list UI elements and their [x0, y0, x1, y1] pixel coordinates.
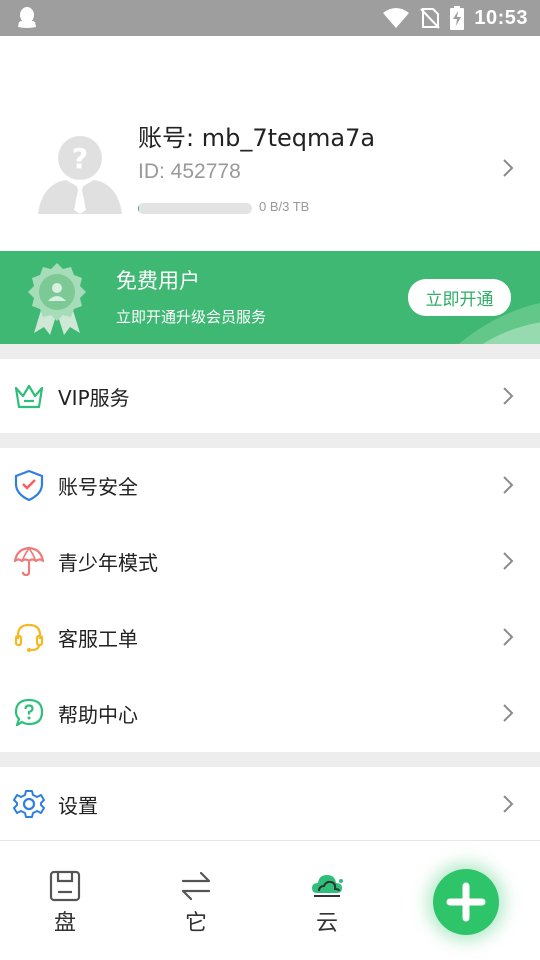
tab-disk[interactable]: 盘: [33, 869, 97, 943]
menu-label-security: 账号安全: [58, 475, 138, 499]
account-name: 账号: mb_7teqma7a: [138, 124, 376, 152]
activate-membership-button[interactable]: 立即开通: [408, 279, 511, 316]
app-root: 10:53 ? 账号: mb_7teqma7a ID: 452778 0 B/3…: [0, 0, 540, 960]
medal-badge-icon: [28, 263, 86, 335]
storage-progress-fill: [138, 203, 140, 214]
plus-icon: [446, 882, 486, 922]
add-fab-button[interactable]: [433, 869, 499, 935]
status-icons: 10:53: [382, 0, 528, 36]
tab-other[interactable]: 它: [164, 869, 228, 943]
shield-icon: [14, 469, 44, 501]
user-id: ID: 452778: [138, 160, 241, 183]
svg-text:?: ?: [72, 142, 88, 175]
menu-label-settings: 设置: [58, 794, 98, 818]
chevron-right-icon: [503, 476, 514, 494]
battery-charging-icon: [450, 6, 465, 30]
menu-item-youth-mode[interactable]: 青少年模式: [0, 524, 540, 598]
save-icon: [49, 870, 81, 902]
section-divider: [0, 752, 540, 767]
menu-label-support: 客服工单: [58, 627, 138, 651]
bottom-navigation: 盘 它 云: [0, 840, 540, 960]
membership-banner: 免费用户 立即开通升级会员服务 立即开通: [0, 251, 540, 344]
membership-subtitle: 立即开通升级会员服务: [116, 308, 267, 326]
menu-label-vip: VIP服务: [58, 386, 130, 410]
profile-card[interactable]: ? 账号: mb_7teqma7a ID: 452778 0 B/3 TB: [0, 36, 540, 251]
status-bar: 10:53: [0, 0, 540, 36]
no-sim-icon: [420, 8, 441, 29]
tab-cloud[interactable]: 云: [295, 869, 359, 943]
section-divider: [0, 344, 540, 359]
transfer-icon: [181, 871, 211, 901]
chevron-right-icon: [503, 159, 514, 177]
menu-item-vip[interactable]: VIP服务: [0, 359, 540, 433]
section-divider: [0, 433, 540, 448]
tab-label-disk: 盘: [53, 911, 76, 936]
umbrella-icon: [13, 546, 45, 577]
chevron-right-icon: [503, 795, 514, 813]
headset-icon: [14, 623, 44, 652]
menu-item-account-security[interactable]: 账号安全: [0, 448, 540, 522]
chevron-right-icon: [503, 552, 514, 570]
cloud-icon: [312, 875, 343, 897]
chevron-right-icon: [503, 628, 514, 646]
menu-label-youth: 青少年模式: [58, 551, 158, 575]
menu-label-help: 帮助中心: [58, 703, 138, 727]
membership-title: 免费用户: [116, 269, 200, 293]
chevron-right-icon: [503, 387, 514, 405]
storage-progress-bar: [138, 203, 252, 214]
menu-item-support-ticket[interactable]: 客服工单: [0, 600, 540, 674]
crown-icon: [14, 384, 44, 409]
help-chat-icon: [14, 698, 44, 727]
gear-icon: [13, 790, 45, 818]
tab-label-other: 它: [184, 911, 207, 936]
menu-item-help-center[interactable]: 帮助中心: [0, 676, 540, 750]
status-time: 10:53: [474, 6, 528, 29]
wifi-icon: [383, 8, 410, 28]
menu-item-settings[interactable]: 设置: [0, 767, 540, 841]
default-avatar-icon: ?: [38, 136, 122, 214]
chevron-right-icon: [503, 704, 514, 722]
qq-notification-icon: [18, 7, 36, 28]
tab-label-cloud: 云: [315, 911, 338, 936]
storage-text: 0 B/3 TB: [259, 199, 310, 214]
